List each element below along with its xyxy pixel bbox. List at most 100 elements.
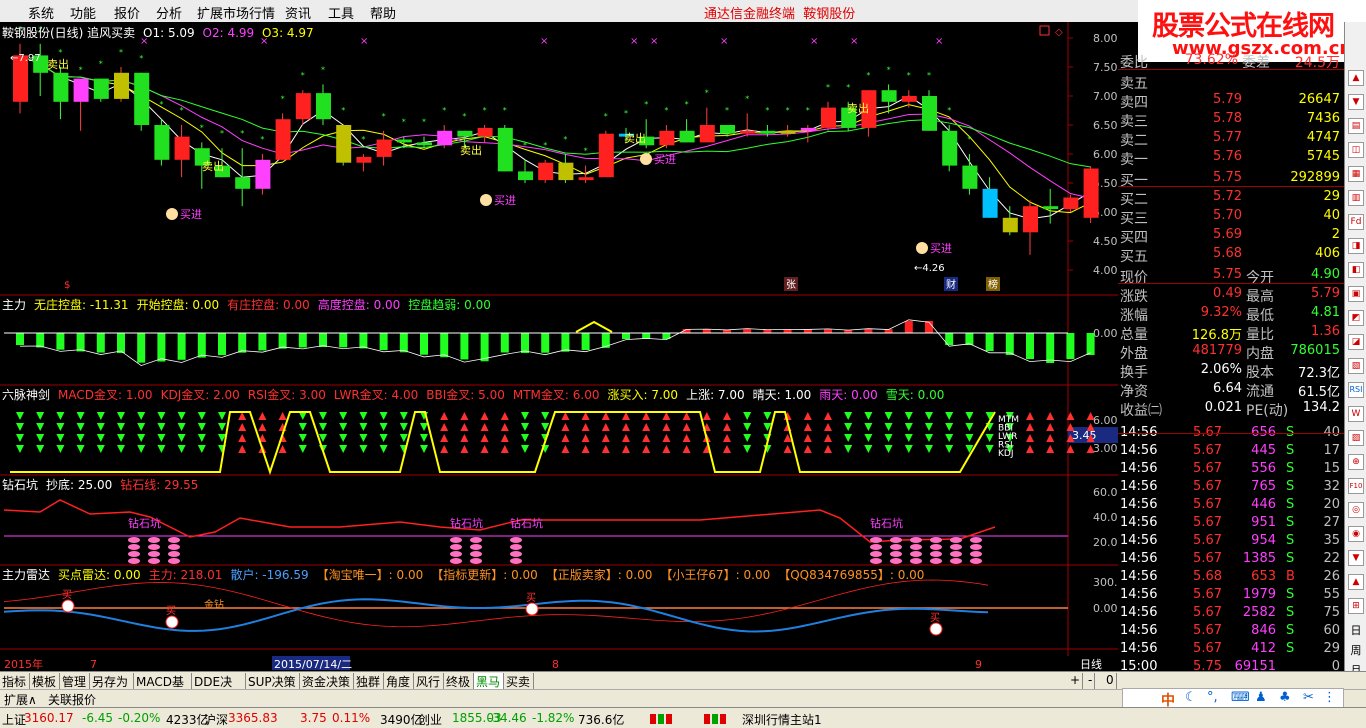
zoom-control[interactable]: - [1086, 673, 1096, 689]
diamond-pit-marker [128, 544, 140, 550]
indicator-tab[interactable]: 角度 [384, 673, 414, 689]
indicator-tab[interactable]: 终极 [444, 673, 474, 689]
ime-keyboard-icon[interactable]: ⌨ [1231, 690, 1250, 705]
indicator-tab[interactable]: SUP决策 [246, 673, 300, 689]
sword-down-arrow [743, 412, 752, 420]
menu-quote[interactable]: 报价 [114, 3, 140, 22]
indicator-tab[interactable]: 指标 [0, 673, 30, 689]
ime-shirt-icon[interactable]: ♣ [1279, 690, 1291, 705]
indicator-value: 上涨: 7.00 [686, 388, 745, 402]
indicator-tab[interactable]: 风行 [414, 673, 444, 689]
stock-name-title: 鞍钢股份 [803, 7, 856, 22]
bid-level-label: 买四 [1120, 230, 1148, 246]
toolbar-icon-16[interactable]: ◉ [1348, 526, 1364, 542]
toolbar-icon-rsi[interactable]: RSI [1348, 382, 1364, 398]
toolbar-icon-13[interactable]: ▨ [1348, 430, 1364, 446]
indicator-value: 【小王仔67】: 0.00 [660, 568, 771, 582]
stat-value-2: 5.79 [1311, 286, 1340, 301]
index-status[interactable]: 深圳行情主站1 [742, 711, 822, 728]
tick-time: 14:56 [1120, 443, 1158, 458]
toolbar-icon-19[interactable]: ⊞ [1348, 598, 1364, 614]
toolbar-icon-3[interactable]: ▤ [1348, 118, 1364, 134]
buy-signal-icon [916, 242, 928, 254]
toolbar-icon-f10[interactable]: F10 [1348, 478, 1364, 494]
event-label-cai: 财 [946, 278, 956, 291]
toolbar-icon-7[interactable]: ◨ [1348, 238, 1364, 254]
toolbar-icon-10[interactable]: ◩ [1348, 310, 1364, 326]
menu-system[interactable]: 系统 [28, 3, 54, 22]
toolbar-icon-11[interactable]: ◪ [1348, 334, 1364, 350]
zoom-control[interactable]: 0 [1104, 673, 1117, 689]
sword-up-arrow [601, 434, 610, 442]
indicator-tab[interactable]: 管理 [60, 673, 90, 689]
period-day[interactable]: 日 [1348, 624, 1364, 640]
menu-analysis[interactable]: 分析 [156, 3, 182, 22]
indicator-tab[interactable]: 资金决策 [300, 673, 354, 689]
period-week[interactable]: 周 [1348, 644, 1364, 660]
diamond-pit-marker [510, 544, 522, 550]
ime-grid-icon[interactable]: ⋮ [1323, 690, 1336, 705]
sword-up-arrow [460, 445, 469, 453]
toolbar-icon-8[interactable]: ◧ [1348, 262, 1364, 278]
toolbar-icon-9[interactable]: ▣ [1348, 286, 1364, 302]
indicator-tab[interactable]: DDE决策 [192, 673, 246, 706]
indicator-tab[interactable]: 独群 [354, 673, 384, 689]
toolbar-icon-12[interactable]: ▧ [1348, 358, 1364, 374]
toolbar-icon-6[interactable]: ▥ [1348, 190, 1364, 206]
ime-toolbar: 中 ☾ °, ⌨ ♟ ♣ ✂ ⋮ [1122, 688, 1344, 709]
candle [457, 130, 473, 137]
indicator-tab[interactable]: 另存为 [90, 673, 134, 689]
toolbar-icon-17[interactable]: ▼ [1348, 550, 1364, 566]
toolbar-icon-fd[interactable]: Fd [1348, 214, 1364, 230]
candle [93, 78, 109, 99]
event-marker-s: $ [64, 280, 70, 291]
indicator-tab[interactable]: 买卖 [504, 673, 534, 689]
toolbar-icon-14[interactable]: ⊕ [1348, 454, 1364, 470]
stop-dot: * [866, 71, 870, 80]
stop-dot: * [503, 106, 507, 115]
sword-up-arrow [581, 412, 590, 420]
menu-news[interactable]: 资讯 [285, 3, 311, 22]
toolbar-icon-4[interactable]: ◫ [1348, 142, 1364, 158]
tick-side: S [1286, 587, 1295, 602]
indicator-tab[interactable]: MACD基本 [134, 673, 192, 706]
extend-toggle[interactable]: 扩展∧ [4, 691, 37, 708]
diamond-pit-marker [890, 551, 902, 557]
menu-function[interactable]: 功能 [70, 3, 96, 22]
ime-moon-icon[interactable]: ☾ [1185, 690, 1197, 705]
toolbar-icon-2[interactable]: ▼ [1348, 94, 1364, 110]
diamond-pit-marker [910, 551, 922, 557]
high-price-marker: ←7.97 [10, 53, 41, 64]
tick-row: 14:56 5.67 412 S 29 [1118, 641, 1344, 659]
sword-down-arrow [117, 445, 125, 453]
tick-volume: 954 [1251, 533, 1276, 548]
tick-time: 14:56 [1120, 551, 1158, 566]
radar-buy-icon [525, 602, 539, 616]
tick-side: S [1286, 497, 1295, 512]
toolbar-icon-w[interactable]: W [1348, 406, 1364, 422]
menu-tools[interactable]: 工具 [328, 3, 354, 22]
sword-down-arrow [884, 423, 893, 431]
sword-down-arrow [399, 412, 408, 420]
ime-user-icon[interactable]: ♟ [1255, 690, 1267, 705]
sword-down-arrow [197, 434, 206, 442]
related-quote-tab[interactable]: 关联报价 [48, 691, 96, 708]
toolbar-icon-15[interactable]: ◎ [1348, 502, 1364, 518]
zoom-control[interactable]: + [1068, 673, 1084, 689]
tick-volume: 951 [1251, 515, 1276, 530]
event-label-zhang: 张 [786, 279, 796, 291]
indicator-tab[interactable]: 模板 [30, 673, 60, 689]
stop-dot: * [281, 94, 285, 103]
ime-tools-icon[interactable]: ✂ [1303, 690, 1314, 705]
stop-dot: * [260, 135, 264, 144]
menu-help[interactable]: 帮助 [370, 3, 396, 22]
toolbar-icon-1[interactable]: ▲ [1348, 70, 1364, 86]
toolbar-icon-5[interactable]: ▦ [1348, 166, 1364, 182]
candle [1063, 197, 1079, 210]
sword-down-arrow [904, 445, 913, 453]
toolbar-icon-18[interactable]: ▲ [1348, 574, 1364, 590]
indicator-tab[interactable]: 黑马 [474, 673, 504, 689]
menu-extended-market[interactable]: 扩展市场行情 [197, 3, 275, 22]
ime-punct-icon[interactable]: °, [1207, 690, 1218, 705]
sword-down-arrow [743, 423, 752, 431]
